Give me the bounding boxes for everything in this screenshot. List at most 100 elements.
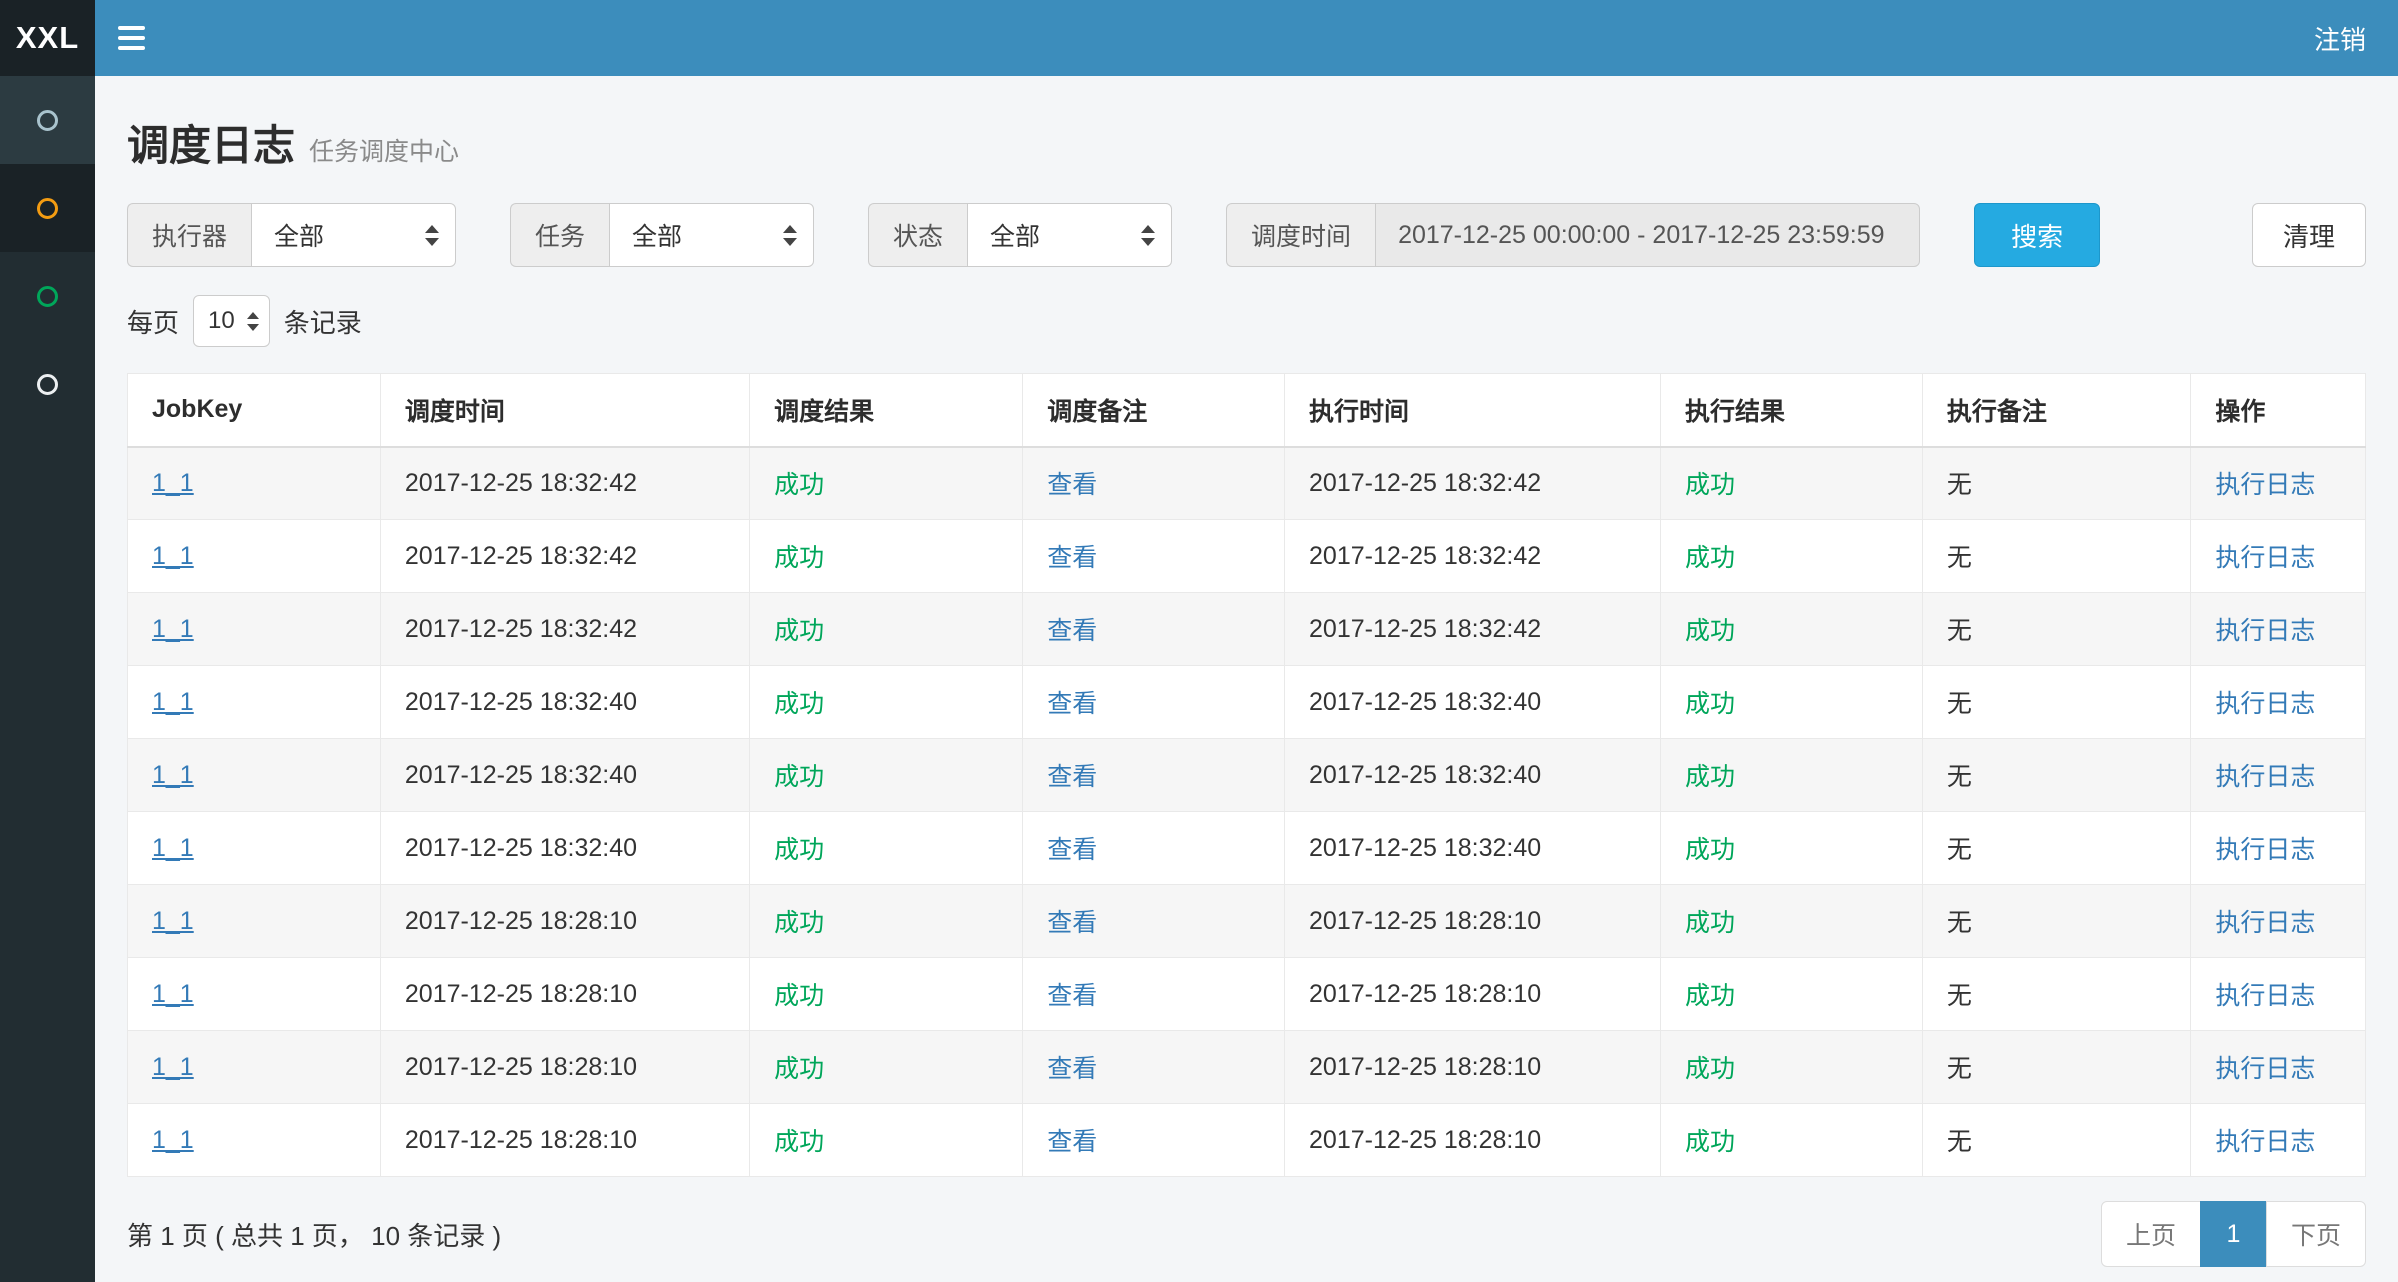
exec-log-link[interactable]: 执行日志 [2215, 617, 2315, 645]
handle-result-cell: 成功 [1661, 739, 1923, 812]
page-size-suffix: 条记录 [284, 303, 362, 340]
select-arrows-icon [1141, 225, 1155, 246]
trigger-result-cell: 成功 [750, 666, 1023, 739]
table-row: 1_1 2017-12-25 18:32:42 成功 查看 2017-12-25… [128, 447, 2366, 520]
app-logo: XXL [0, 0, 95, 76]
exec-log-link[interactable]: 执行日志 [2215, 471, 2315, 499]
exec-log-link[interactable]: 执行日志 [2215, 544, 2315, 572]
jobkey-link[interactable]: 1_1 [152, 469, 194, 497]
trigger-msg-cell: 查看 [1023, 447, 1285, 520]
handle-time-cell: 2017-12-25 18:32:42 [1285, 593, 1661, 666]
header-handle-result: 执行结果 [1661, 374, 1923, 447]
status-select[interactable]: 全部 [967, 203, 1172, 267]
page-size-prefix: 每页 [127, 303, 179, 340]
sidebar-item-2[interactable] [0, 164, 95, 252]
trigger-msg-cell: 查看 [1023, 593, 1285, 666]
page-subtitle: 任务调度中心 [309, 132, 459, 168]
executor-select[interactable]: 全部 [251, 203, 456, 267]
sidebar-toggle-button[interactable] [95, 0, 167, 76]
clear-button[interactable]: 清理 [2252, 203, 2366, 267]
trigger-time-cell: 2017-12-25 18:28:10 [380, 1031, 749, 1104]
job-filter-group: 任务 全部 [510, 203, 814, 267]
trigger-msg-link[interactable]: 查看 [1047, 982, 1097, 1010]
handle-result-cell: 成功 [1661, 666, 1923, 739]
next-page-button[interactable]: 下页 [2266, 1201, 2366, 1267]
trigger-msg-link[interactable]: 查看 [1047, 1055, 1097, 1083]
jobkey-cell: 1_1 [128, 739, 381, 812]
search-button[interactable]: 搜索 [1974, 203, 2100, 267]
sidebar-item-1[interactable] [0, 76, 95, 164]
log-table-body: 1_1 2017-12-25 18:32:42 成功 查看 2017-12-25… [128, 447, 2366, 1177]
job-select-value: 全部 [632, 217, 682, 253]
trigger-msg-link[interactable]: 查看 [1047, 471, 1097, 499]
trigger-time-cell: 2017-12-25 18:32:42 [380, 447, 749, 520]
page-size-select[interactable]: 10 [193, 295, 270, 347]
job-select[interactable]: 全部 [609, 203, 814, 267]
navbar-spacer [167, 0, 2282, 76]
circle-o-icon [37, 286, 58, 307]
circle-o-icon [37, 374, 58, 395]
trigger-msg-link[interactable]: 查看 [1047, 909, 1097, 937]
exec-log-link[interactable]: 执行日志 [2215, 1128, 2315, 1156]
handle-msg-cell: 无 [1922, 885, 2191, 958]
action-cell: 执行日志 [2191, 739, 2366, 812]
trigger-msg-link[interactable]: 查看 [1047, 763, 1097, 791]
jobkey-cell: 1_1 [128, 1031, 381, 1104]
jobkey-link[interactable]: 1_1 [152, 834, 194, 862]
action-cell: 执行日志 [2191, 666, 2366, 739]
trigger-result-cell: 成功 [750, 593, 1023, 666]
table-row: 1_1 2017-12-25 18:32:40 成功 查看 2017-12-25… [128, 812, 2366, 885]
page-size-value: 10 [208, 307, 235, 335]
exec-log-link[interactable]: 执行日志 [2215, 763, 2315, 791]
select-arrows-icon [783, 225, 797, 246]
jobkey-link[interactable]: 1_1 [152, 688, 194, 716]
trigger-msg-link[interactable]: 查看 [1047, 690, 1097, 718]
logout-link[interactable]: 注销 [2282, 0, 2398, 76]
current-page-button[interactable]: 1 [2200, 1201, 2267, 1267]
trigger-msg-cell: 查看 [1023, 520, 1285, 593]
jobkey-cell: 1_1 [128, 593, 381, 666]
jobkey-cell: 1_1 [128, 666, 381, 739]
action-cell: 执行日志 [2191, 812, 2366, 885]
exec-log-link[interactable]: 执行日志 [2215, 690, 2315, 718]
jobkey-link[interactable]: 1_1 [152, 542, 194, 570]
time-range-input[interactable]: 2017-12-25 00:00:00 - 2017-12-25 23:59:5… [1375, 203, 1920, 267]
trigger-result-cell: 成功 [750, 739, 1023, 812]
jobkey-link[interactable]: 1_1 [152, 761, 194, 789]
prev-page-button[interactable]: 上页 [2101, 1201, 2201, 1267]
jobkey-link[interactable]: 1_1 [152, 980, 194, 1008]
handle-msg-cell: 无 [1922, 520, 2191, 593]
table-row: 1_1 2017-12-25 18:32:40 成功 查看 2017-12-25… [128, 739, 2366, 812]
sidebar-item-3[interactable] [0, 252, 95, 340]
trigger-msg-link[interactable]: 查看 [1047, 1128, 1097, 1156]
action-cell: 执行日志 [2191, 1104, 2366, 1177]
page-title: 调度日志 [127, 112, 295, 173]
header-trigger-msg: 调度备注 [1023, 374, 1285, 447]
pagination-row: 第 1 页 ( 总共 1 页， 10 条记录 ) 上页 1 下页 [127, 1201, 2366, 1267]
exec-log-link[interactable]: 执行日志 [2215, 1055, 2315, 1083]
status-select-value: 全部 [990, 217, 1040, 253]
content-header: 调度日志 任务调度中心 [127, 112, 2366, 173]
header-handle-time: 执行时间 [1285, 374, 1661, 447]
hamburger-icon [118, 26, 145, 50]
handle-time-cell: 2017-12-25 18:28:10 [1285, 1031, 1661, 1104]
trigger-msg-link[interactable]: 查看 [1047, 617, 1097, 645]
trigger-time-cell: 2017-12-25 18:28:10 [380, 1104, 749, 1177]
header-jobkey: JobKey [128, 374, 381, 447]
trigger-msg-link[interactable]: 查看 [1047, 836, 1097, 864]
circle-o-icon [37, 110, 58, 131]
jobkey-link[interactable]: 1_1 [152, 1053, 194, 1081]
sidebar-item-4[interactable] [0, 340, 95, 428]
exec-log-link[interactable]: 执行日志 [2215, 909, 2315, 937]
table-row: 1_1 2017-12-25 18:28:10 成功 查看 2017-12-25… [128, 885, 2366, 958]
select-arrows-icon [425, 225, 439, 246]
jobkey-link[interactable]: 1_1 [152, 615, 194, 643]
trigger-time-cell: 2017-12-25 18:28:10 [380, 958, 749, 1031]
trigger-msg-link[interactable]: 查看 [1047, 544, 1097, 572]
exec-log-link[interactable]: 执行日志 [2215, 836, 2315, 864]
handle-result-cell: 成功 [1661, 593, 1923, 666]
exec-log-link[interactable]: 执行日志 [2215, 982, 2315, 1010]
jobkey-link[interactable]: 1_1 [152, 907, 194, 935]
jobkey-link[interactable]: 1_1 [152, 1126, 194, 1154]
trigger-msg-cell: 查看 [1023, 666, 1285, 739]
